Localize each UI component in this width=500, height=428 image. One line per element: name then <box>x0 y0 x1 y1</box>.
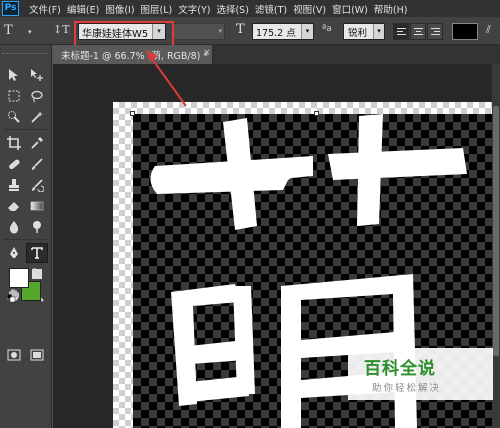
menu-select[interactable]: 选择(S) <box>216 2 248 16</box>
quick-select-icon <box>8 111 20 123</box>
pen-tool[interactable] <box>3 243 25 263</box>
chevron-down-icon: ▾ <box>373 24 384 39</box>
vertical-scrollbar[interactable] <box>492 64 500 428</box>
magic-wand-tool[interactable] <box>26 107 48 127</box>
swap-colors-icon[interactable]: ⤡ <box>33 267 40 277</box>
font-size-value: 175.2 点 <box>256 28 296 39</box>
chevron-down-icon: ▾ <box>28 28 32 36</box>
arrow-plus-icon <box>31 69 43 81</box>
crop-icon <box>7 136 21 150</box>
menu-layer[interactable]: 图层(L) <box>141 2 173 16</box>
align-left-button[interactable] <box>393 23 409 40</box>
watermark-title: 百科全说 <box>364 359 436 379</box>
tools-panel <box>0 45 52 428</box>
eraser-icon <box>8 202 19 211</box>
warp-text-button[interactable]: ⫽ <box>486 23 500 40</box>
gradient-tool[interactable] <box>26 196 48 216</box>
document-tab-bar: 未标题-1 @ 66.7% (萌, RGB/8) * × <box>53 45 500 64</box>
antialias-value: 锐利 <box>348 28 368 39</box>
bandage-icon <box>9 159 20 170</box>
align-right-button[interactable] <box>427 23 443 40</box>
menu-filter[interactable]: 滤镜(T) <box>255 2 287 16</box>
quick-mask-icon <box>7 349 21 361</box>
menu-type[interactable]: 文字(Y) <box>178 2 210 16</box>
default-colors-icon[interactable] <box>7 294 16 303</box>
screen-mode-tool[interactable] <box>26 345 48 365</box>
antialias-select[interactable]: 锐利 ▾ <box>343 23 385 40</box>
transform-handle-top[interactable] <box>314 111 319 116</box>
marquee-icon <box>8 90 20 102</box>
eyedropper-tool[interactable] <box>26 133 48 153</box>
history-brush-icon <box>32 179 44 192</box>
type-tool-icon: T <box>4 23 13 38</box>
droplet-icon <box>9 221 19 234</box>
horizontal-type-tool[interactable] <box>26 243 48 263</box>
quick-selection-tool[interactable] <box>3 107 25 127</box>
move-tool[interactable] <box>3 65 25 85</box>
close-icon[interactable]: × <box>203 48 211 58</box>
screen-mode-icon <box>30 349 44 361</box>
watermark-subtitle: 助你轻松解决 <box>372 383 442 394</box>
quick-mask-tool[interactable] <box>3 345 25 365</box>
chevron-down-icon: ▾ <box>301 24 313 39</box>
menu-window[interactable]: 窗口(W) <box>332 2 368 16</box>
brush-icon <box>32 158 43 170</box>
menu-help[interactable]: 帮助(H) <box>374 2 408 16</box>
move-icon <box>9 69 18 81</box>
type-icon <box>31 247 43 259</box>
menu-view[interactable]: 视图(V) <box>293 2 326 16</box>
pen-icon <box>10 247 18 258</box>
gradient-icon <box>30 201 44 211</box>
healing-brush-tool[interactable] <box>3 154 25 174</box>
menu-bar: Ps 文件(F) 编辑(E) 图像(I) 图层(L) 文字(Y) 选择(S) 滤… <box>0 0 500 17</box>
align-center-button[interactable] <box>410 23 426 40</box>
dodge-tool[interactable] <box>26 217 48 237</box>
blur-tool[interactable] <box>3 217 25 237</box>
transform-handle-top-left[interactable] <box>130 111 135 116</box>
menu-edit[interactable]: 编辑(E) <box>67 2 99 16</box>
stamp-icon <box>9 179 19 191</box>
menu-image[interactable]: 图像(I) <box>105 2 134 16</box>
brush-tool[interactable] <box>26 154 48 174</box>
font-size-select[interactable]: 175.2 点 ▾ <box>252 23 314 40</box>
text-color-swatch[interactable] <box>452 23 478 40</box>
watermark: 百科全说 助你轻松解决 <box>348 348 493 400</box>
chevron-down-icon: ▾ <box>218 27 222 35</box>
scrollbar-thumb[interactable] <box>493 106 499 356</box>
document-tab[interactable]: 未标题-1 @ 66.7% (萌, RGB/8) * × <box>53 45 213 64</box>
crop-tool[interactable] <box>3 133 25 153</box>
magic-wand-icon <box>31 111 43 123</box>
panel-grip[interactable] <box>2 53 48 56</box>
font-size-icon: T <box>236 22 245 37</box>
eraser-tool[interactable] <box>3 196 25 216</box>
history-brush-tool[interactable] <box>26 175 48 195</box>
eyedropper-icon <box>31 137 43 149</box>
toolbar-divider <box>4 129 48 130</box>
clone-stamp-tool[interactable] <box>3 175 25 195</box>
foreground-color-swatch[interactable] <box>9 268 29 288</box>
photoshop-logo: Ps <box>2 1 19 16</box>
marquee-tool[interactable] <box>3 86 25 106</box>
menu-file[interactable]: 文件(F) <box>29 2 61 16</box>
tool-preset-picker[interactable]: T ▾ <box>4 23 42 39</box>
artboard-tool[interactable] <box>26 65 48 85</box>
antialias-icon: ªa <box>322 24 332 34</box>
toggle-orientation-button[interactable]: ↕T <box>53 23 71 39</box>
toolbar-divider <box>4 239 48 240</box>
font-style-select[interactable]: ▾ <box>173 23 225 40</box>
font-field-highlight <box>74 21 174 48</box>
lasso-icon <box>31 90 43 103</box>
dodge-icon <box>33 221 41 233</box>
lasso-tool[interactable] <box>26 86 48 106</box>
document-tab-label: 未标题-1 @ 66.7% (萌, RGB/8) * <box>61 51 209 62</box>
